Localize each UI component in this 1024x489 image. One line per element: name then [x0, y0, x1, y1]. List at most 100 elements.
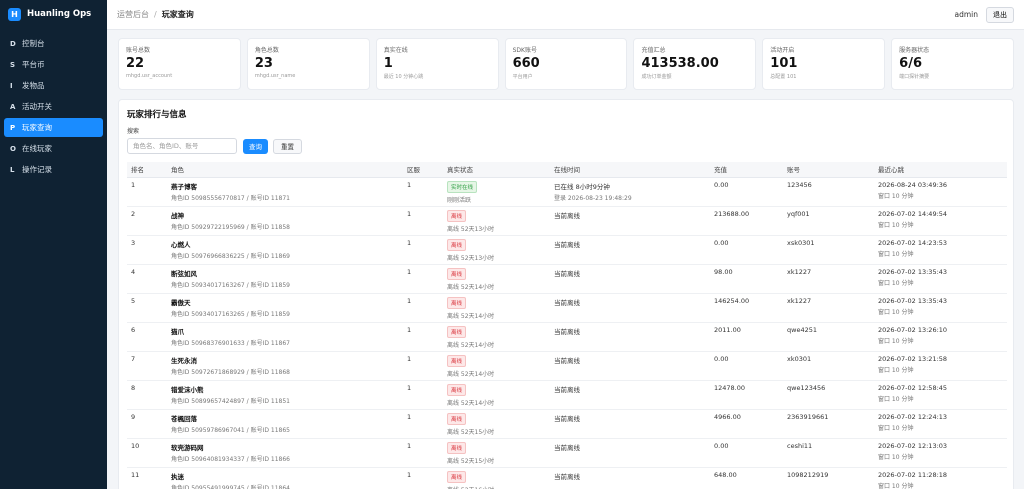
heartbeat-window: 窗口 10 分钟: [878, 250, 914, 258]
query-button[interactable]: 查询: [243, 138, 268, 154]
recharge-cell: 213688.00: [710, 206, 783, 236]
nav-key-icon: O: [10, 144, 16, 153]
heartbeat-cell: 2026-07-02 12:24:13 窗口 10 分钟: [874, 409, 1007, 439]
rank-cell: 10: [127, 438, 167, 468]
sidebar: H Huanling Ops D 控制台 S 平台币 I 发物品 A 活动开关 P 玩家查询 O 在线…: [0, 0, 107, 489]
online-cell: 当前离线: [550, 322, 710, 352]
online-time: 当前离线: [554, 240, 580, 249]
logout-button[interactable]: 退出: [986, 6, 1014, 23]
heartbeat-cell: 2026-07-02 13:35:43 窗口 10 分钟: [874, 293, 1007, 323]
breadcrumb-root[interactable]: 运营后台: [117, 10, 149, 19]
search-row: 查询 重置: [127, 138, 1005, 154]
column-header: 角色: [167, 162, 403, 178]
stat-sub: 成功订单金额: [641, 74, 672, 80]
sidebar-item-label: 在线玩家: [22, 144, 52, 153]
stat-card: 服务器状态 6/6 端口探针摘要: [891, 38, 1015, 90]
recharge-cell: 0.00: [710, 351, 783, 381]
stat-sub: 最近 10 分钟心跳: [383, 74, 424, 80]
table-row[interactable]: 2 战神 角色ID 50929722195969 / 账号ID 11858 1 离线 离线…: [127, 206, 1007, 236]
sidebar-item-4[interactable]: P 玩家查询: [4, 118, 103, 137]
page-title: 玩家查询: [161, 10, 194, 19]
heartbeat-cell: 2026-07-02 13:26:10 窗口 10 分钟: [874, 322, 1007, 352]
heartbeat-cell: 2026-07-02 14:49:54 窗口 10 分钟: [874, 206, 1007, 236]
heartbeat-cell: 2026-07-02 13:21:58 窗口 10 分钟: [874, 351, 1007, 381]
online-time: 当前离线: [554, 356, 580, 365]
nav-key-icon: I: [10, 81, 13, 90]
stat-value: 660: [512, 56, 540, 71]
table-row[interactable]: 7 生死永消 角色ID 50972671868929 / 账号ID 11868 1 离线…: [127, 351, 1007, 381]
sidebar-nav: D 控制台 S 平台币 I 发物品 A 活动开关 P 玩家查询 O 在线玩家 L 操作记录: [0, 34, 107, 179]
recharge-cell: 2011.00: [710, 322, 783, 352]
role-cell: 断弦如风 角色ID 50934017163267 / 账号ID 11859: [167, 264, 403, 294]
sidebar-item-0[interactable]: D 控制台: [4, 34, 103, 53]
sidebar-item-1[interactable]: S 平台币: [4, 55, 103, 74]
heartbeat-window: 窗口 10 分钟: [878, 337, 914, 345]
reset-button[interactable]: 重置: [273, 138, 302, 154]
stat-sub: 端口探针摘要: [899, 74, 930, 80]
table-row[interactable]: 4 断弦如风 角色ID 50934017163267 / 账号ID 11859 1 离线…: [127, 264, 1007, 294]
sidebar-item-6[interactable]: L 操作记录: [4, 160, 103, 179]
column-header: 最近心跳: [874, 162, 1007, 178]
recharge-cell: 146254.00: [710, 293, 783, 323]
heartbeat-window: 窗口 10 分钟: [878, 192, 914, 200]
status-cell: 离线 离线 52天15小时: [443, 409, 550, 439]
heartbeat-time: 2026-07-02 13:26:10: [878, 325, 948, 334]
search-input[interactable]: [127, 138, 237, 154]
status-sub: 离线 52天14小时: [447, 399, 495, 407]
status-cell: 离线离线 52天13小时: [443, 206, 550, 236]
table-row[interactable]: 11执迷角色ID 50955491999745 / 账号ID 118641离线离…: [127, 467, 1007, 489]
account-cell: qwe4251: [783, 322, 874, 352]
status-sub: 离线 52天13小时: [447, 225, 495, 233]
table-row[interactable]: 10 软壳游码网 角色ID 50964081934337 / 账号ID 11866 1…: [127, 438, 1007, 468]
sidebar-item-5[interactable]: O 在线玩家: [4, 139, 103, 158]
sidebar-item-label: 操作记录: [22, 165, 52, 174]
heartbeat-time: 2026-07-02 13:35:43: [878, 267, 948, 276]
nav-key-icon: A: [10, 102, 16, 111]
online-cell: 当前离线: [550, 293, 710, 323]
role-ids: 角色ID 50964081934337 / 账号ID 11866: [171, 455, 290, 463]
role-name: 软壳游码网: [171, 443, 204, 452]
table-row[interactable]: 9 苍楓回落 角色ID 50959786967041 / 账号ID 11865 1 离线…: [127, 409, 1007, 439]
heartbeat-cell: 2026-07-02 14:23:53 窗口 10 分钟: [874, 235, 1007, 265]
current-user: admin: [954, 10, 979, 19]
stat-label: SDK账号: [512, 47, 537, 54]
sidebar-item-label: 控制台: [22, 39, 45, 48]
table-row[interactable]: 1 燕子博客 角色ID 50985556770817 / 账号ID 11871 1 实时…: [127, 177, 1007, 207]
stat-label: 充值汇总: [641, 47, 666, 54]
table-row[interactable]: 5 霸傲天 角色ID 50934017163265 / 账号ID 11859 1 离线离…: [127, 293, 1007, 323]
status-badge: 离线: [447, 325, 467, 338]
role-cell: 战神 角色ID 50929722195969 / 账号ID 11858: [167, 206, 403, 236]
online-time: 已在线 8小时9分钟: [554, 182, 610, 191]
online-cell: 当前离线: [550, 351, 710, 381]
online-cell: 已在线 8小时9分钟 登录 2026-08-23 19:48:29: [550, 177, 710, 207]
status-badge: 离线: [447, 412, 467, 425]
sidebar-item-2[interactable]: I 发物品: [4, 76, 103, 95]
account-cell: qwe123456: [783, 380, 874, 410]
sidebar-item-label: 玩家查询: [22, 123, 52, 132]
sidebar-item-3[interactable]: A 活动开关: [4, 97, 103, 116]
stat-card: 账号总数 22 mhgd.usr_account: [118, 38, 241, 90]
server-cell: 1: [403, 351, 443, 381]
sidebar-item-label: 发物品: [22, 81, 45, 90]
account-cell: xk1227: [783, 264, 874, 294]
stat-cards: 账号总数 22 mhgd.usr_account 角色总数 23 mhgd.usr_nam…: [118, 38, 1015, 90]
server-cell: 1: [403, 322, 443, 352]
server-cell: 1: [403, 206, 443, 236]
heartbeat-time: 2026-07-02 13:35:43: [878, 296, 948, 305]
table-row[interactable]: 6 猫爪 角色ID 50968376901633 / 账号ID 11867 1 离线 离线…: [127, 322, 1007, 352]
table-row[interactable]: 3 心燃人 角色ID 50976966836225 / 账号ID 11869 1 离线离…: [127, 235, 1007, 265]
status-badge: 离线: [447, 209, 467, 222]
table-row[interactable]: 8 错爱沫小熊 角色ID 50899657424897 / 账号ID 11851 1 离…: [127, 380, 1007, 410]
recharge-cell: 0.00: [710, 235, 783, 265]
stat-card: SDK账号 660 平台用户: [504, 38, 628, 90]
role-name: 苍楓回落: [171, 414, 197, 423]
stat-sub: mhgd.usr_name: [254, 73, 296, 79]
role-cell: 错爱沫小熊 角色ID 50899657424897 / 账号ID 11851: [167, 380, 403, 410]
search-label: 搜索: [127, 128, 140, 135]
heartbeat-window: 窗口 10 分钟: [878, 308, 914, 316]
status-cell: 离线 离线 52天15小时: [443, 438, 550, 468]
role-ids: 角色ID 50929722195969 / 账号ID 11858: [171, 223, 290, 231]
nav-key-icon: L: [10, 165, 15, 174]
sidebar-item-label: 平台币: [22, 60, 45, 69]
heartbeat-window: 窗口 10 分钟: [878, 482, 914, 489]
